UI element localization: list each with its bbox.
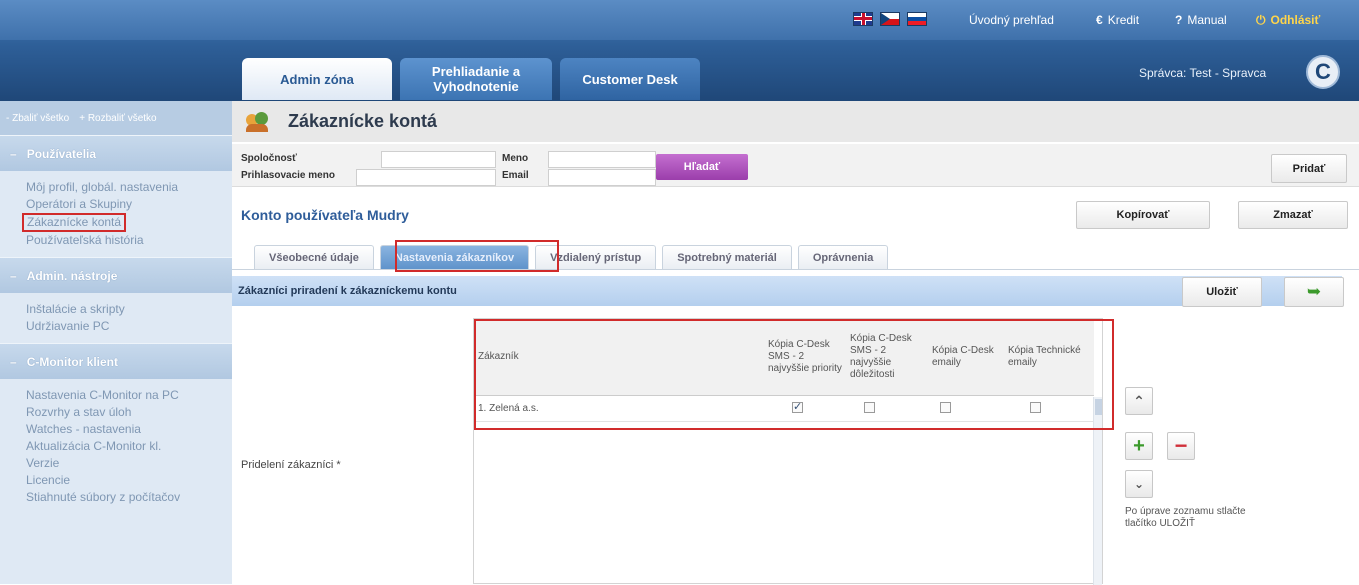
manual-link-label: Manual (1187, 13, 1227, 27)
assigned-customers-label: Pridelení zákazníci * (241, 459, 341, 471)
collapse-icon: – (10, 268, 17, 283)
page-header: Zákaznícke kontá (232, 101, 1359, 142)
account-subtabs: Všeobecné údaje Nastavenia zákazníkov Vz… (254, 245, 889, 269)
tab-general[interactable]: Všeobecné údaje (254, 245, 374, 269)
section-bar: Zákazníci priradení k zákazníckemu kontu (232, 276, 1342, 306)
english-flag-icon[interactable] (853, 12, 873, 26)
expand-all-link[interactable]: + Rozbaliť všetko (79, 113, 156, 124)
email-input[interactable] (548, 169, 656, 186)
tab-permissions[interactable]: Oprávnenia (797, 245, 889, 269)
sidebar-section-label: C-Monitor klient (26, 354, 119, 369)
top-link-bar (0, 0, 1359, 40)
sidebar-item-schedules[interactable]: Rozvrhy a stav úloh (26, 404, 232, 421)
form-area: Pridelení zákazníci * Zákazník Kópia C-D… (232, 313, 1359, 585)
sidebar-toggle-bar: - Zbaliť všetko + Rozbaliť všetko (0, 101, 232, 135)
sidebar-item-versions[interactable]: Verzie (26, 455, 232, 472)
tab-customer-desk-label: Customer Desk (582, 71, 678, 87)
overview-link-label: Úvodný prehľad (969, 13, 1054, 27)
tab-customer-desk[interactable]: Customer Desk (560, 58, 700, 100)
active-tab-highlight (395, 240, 559, 272)
remove-customer-icon[interactable]: − (1167, 432, 1195, 460)
sidebar: - Zbaliť všetko + Rozbaliť všetko – Použ… (0, 101, 232, 584)
sidebar-item-my-profile[interactable]: Môj profil, globál. nastavenia (26, 179, 232, 196)
sidebar-section-label: Používatelia (26, 146, 97, 161)
credit-link[interactable]: € Kredit (1096, 13, 1139, 27)
company-label: Spoločnosť (241, 153, 297, 164)
logout-link-label: Odhlásiť (1270, 13, 1321, 27)
sidebar-item-installations[interactable]: Inštalácie a skripty (26, 301, 232, 318)
tab-admin-zone[interactable]: Admin zóna (242, 58, 392, 100)
page-title: Zákaznícke kontá (288, 111, 438, 131)
search-panel: Spoločnosť Prihlasovacie meno Meno Email… (232, 144, 1359, 187)
name-input[interactable] (548, 151, 656, 168)
czech-flag-icon[interactable] (880, 12, 900, 26)
sidebar-item-operators[interactable]: Operátori a Skupiny (26, 196, 232, 213)
sidebar-section-users-items: Môj profil, globál. nastavenia Operátori… (0, 171, 232, 257)
company-input[interactable] (381, 151, 496, 168)
sidebar-section-label: Admin. nástroje (26, 268, 118, 283)
collapse-icon: – (10, 354, 17, 369)
login-label: Prihlasovacie meno (241, 170, 335, 181)
collapse-all-link[interactable]: - Zbaliť všetko (6, 113, 69, 124)
login-input[interactable] (356, 169, 496, 186)
move-down-icon[interactable]: ⌄ (1125, 470, 1153, 498)
users-icon (246, 111, 270, 132)
table-highlight (474, 319, 1114, 430)
email-label: Email (502, 170, 529, 181)
euro-icon: € (1096, 13, 1103, 27)
credit-link-label: Kredit (1107, 13, 1140, 27)
collapse-icon: – (10, 146, 17, 161)
logo: C (1306, 55, 1340, 89)
sidebar-item-user-history[interactable]: Používateľská história (26, 232, 232, 249)
sidebar-item-downloaded-files[interactable]: Stiahnuté súbory z počítačov (26, 489, 232, 506)
copy-button[interactable]: Kopírovať (1076, 201, 1210, 229)
question-icon: ? (1175, 13, 1183, 27)
sidebar-section-admin-tools-items: Inštalácie a skripty Udržiavanie PC (0, 293, 232, 343)
logout-link[interactable]: ⏻ Odhlásiť (1256, 13, 1320, 28)
save-hint: Po úprave zoznamu stlačte tlačítko ULOŽI… (1125, 506, 1246, 529)
admin-label: Správca: Test - Spravca (1139, 66, 1267, 80)
sidebar-section-users[interactable]: – Používatelia (0, 135, 232, 171)
move-up-icon[interactable]: ⌃ (1125, 387, 1153, 415)
sidebar-item-licenses[interactable]: Licencie (26, 472, 232, 489)
account-title: Konto používateľa Mudry (241, 207, 409, 223)
delete-button[interactable]: Zmazať (1238, 201, 1348, 229)
name-label: Meno (502, 153, 529, 164)
add-button[interactable]: Pridať (1271, 154, 1347, 183)
overview-link[interactable]: Úvodný prehľad (969, 13, 1054, 27)
tab-review-evaluation-label: Prehliadanie a Vyhodnotenie (431, 64, 521, 94)
sidebar-section-cmonitor[interactable]: – C-Monitor klient (0, 343, 232, 379)
sidebar-item-cmonitor-update[interactable]: Aktualizácia C-Monitor kl. (26, 438, 232, 455)
top-header: Úvodný prehľad € Kredit ? Manual ⏻ Odhlásiť… (0, 0, 1359, 101)
manual-link[interactable]: ? Manual (1175, 13, 1227, 27)
tab-consumables[interactable]: Spotrebný materiál (662, 245, 792, 269)
sidebar-item-watches[interactable]: Watches - nastavenia (26, 421, 232, 438)
sidebar-section-cmonitor-items: Nastavenia C-Monitor na PC Rozvrhy a sta… (0, 379, 232, 514)
sidebar-item-customer-accounts[interactable]: Zákaznícke kontá (22, 213, 127, 232)
main-content: Zákaznícke kontá Spoločnosť Prihlasovaci… (232, 101, 1359, 585)
add-customer-icon[interactable]: + (1125, 432, 1153, 460)
search-button[interactable]: Hľadať (656, 154, 748, 180)
slovak-flag-icon[interactable] (907, 12, 927, 26)
section-title: Zákazníci priradení k zákazníckemu kontu (238, 285, 457, 297)
save-button[interactable]: Uložiť (1182, 277, 1262, 307)
power-icon: ⏻ (1256, 13, 1266, 27)
sidebar-item-pc-maintenance[interactable]: Udržiavanie PC (26, 318, 232, 335)
sidebar-item-cmonitor-settings[interactable]: Nastavenia C-Monitor na PC (26, 387, 232, 404)
back-arrow-icon[interactable]: ➥ (1284, 277, 1344, 307)
tab-admin-zone-label: Admin zóna (280, 71, 354, 87)
sidebar-section-admin-tools[interactable]: – Admin. nástroje (0, 257, 232, 293)
tab-review-evaluation[interactable]: Prehliadanie a Vyhodnotenie (400, 58, 552, 100)
